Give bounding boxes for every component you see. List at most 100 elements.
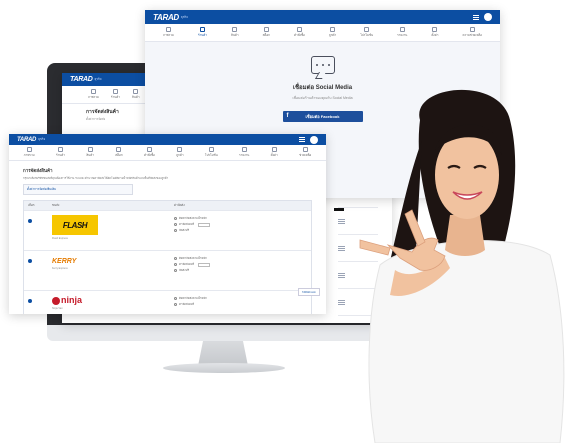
monitor-stand-base xyxy=(163,363,285,373)
radio-icon xyxy=(174,269,177,273)
avatar[interactable] xyxy=(484,13,492,21)
shipping-settings-link[interactable]: ตั้งค่าการจัดส่งเพิ่มเติม xyxy=(23,184,133,196)
radio-icon xyxy=(174,303,177,307)
store-icon xyxy=(57,147,63,152)
black-bar xyxy=(334,208,344,211)
dashboard-icon xyxy=(90,89,96,94)
nav-item[interactable]: รายงาน xyxy=(239,147,249,158)
shipping-option[interactable]: ค่าจัดส่งคงที่ xyxy=(174,222,307,227)
radio-icon xyxy=(174,217,177,221)
nav-item[interactable]: คำสั่งซื้อ xyxy=(294,27,305,38)
nav-item[interactable]: รายงาน xyxy=(397,27,407,38)
main-nav: ภาพรวม ร้านค้า สินค้า สต็อก คำสั่งซื้อ ล… xyxy=(9,145,326,161)
store-icon xyxy=(199,27,205,32)
shipping-option[interactable]: จัดส่งฟรี xyxy=(174,268,307,273)
nav-item[interactable]: ร้านค้า xyxy=(111,89,120,100)
main-nav: ภาพรวม ร้านค้า สินค้า สต็อก คำสั่งซื้อ ล… xyxy=(145,24,500,42)
carrier-table: เลือก ขนส่ง ค่าจัดส่ง FLASH Flash Expres… xyxy=(23,200,312,314)
logo-subtitle: ธุรกิจ xyxy=(94,77,102,81)
nav-item[interactable]: สินค้า xyxy=(231,27,239,38)
order-icon xyxy=(146,147,152,152)
carrier-select-radio[interactable] xyxy=(28,259,32,264)
report-icon xyxy=(241,147,247,152)
order-icon xyxy=(296,27,302,32)
table-row: KERRY Kerry Express คิดค่าจัดส่งตามน้ำหน… xyxy=(24,250,311,290)
page-title: การจัดส่งสินค้า xyxy=(23,168,53,173)
nav-item[interactable]: ความช่วยเหลือ xyxy=(462,27,482,38)
table-row: FLASH Flash Express คิดค่าจัดส่งตามน้ำหน… xyxy=(24,210,311,250)
settings-icon xyxy=(271,147,277,152)
nav-item[interactable]: ลูกค้า xyxy=(329,27,336,38)
logo-subtitle: ธุรกิจ xyxy=(180,14,188,19)
product-icon xyxy=(133,89,139,94)
menu-icon[interactable] xyxy=(299,137,305,142)
nav-item[interactable]: ภาพรวม xyxy=(163,27,174,38)
flash-express-logo: FLASH xyxy=(52,215,98,236)
product-icon xyxy=(87,147,93,152)
nav-item[interactable]: สินค้า xyxy=(86,147,94,158)
dashboard-icon xyxy=(165,27,171,32)
nav-item[interactable]: ร้านค้า xyxy=(56,147,65,158)
ninja-mark-icon xyxy=(52,296,60,305)
radio-icon xyxy=(174,263,177,267)
facebook-icon: f xyxy=(286,113,289,119)
shipping-content: การจัดส่งสินค้า กรุณาเลือกบริษัทขนส่งที่… xyxy=(9,161,326,314)
tarad-logo[interactable]: TARAD xyxy=(153,13,179,22)
chat-bubble-icon xyxy=(310,56,335,74)
tarad-logo[interactable]: TARAD xyxy=(17,137,36,143)
tarad-logo[interactable]: TARAD xyxy=(70,76,93,83)
carrier-caption: Flash Express xyxy=(52,237,68,241)
price-input[interactable] xyxy=(198,262,211,267)
nav-item[interactable]: โปรโมชั่น xyxy=(360,27,373,38)
nav-item[interactable]: ตั้งค่า xyxy=(431,27,438,38)
social-title: เชื่อมต่อ Social Media xyxy=(292,85,353,91)
nav-item[interactable]: ร้านค้า xyxy=(198,27,207,38)
nav-item[interactable]: ตั้งค่า xyxy=(271,147,278,158)
kerry-express-logo: KERRY xyxy=(52,258,77,266)
shipping-option[interactable]: ค่าจัดส่งคงที่ xyxy=(174,262,307,267)
help-icon xyxy=(469,27,475,32)
radio-icon xyxy=(174,229,177,233)
ninja-van-logo: ninja xyxy=(52,295,174,305)
connect-facebook-label: เชื่อมต่อ Facebook xyxy=(305,114,340,119)
carrier-select-radio[interactable] xyxy=(28,299,32,304)
carrier-caption: Ninja Van xyxy=(52,307,63,311)
social-subtitle: เชื่อมต่อร้านค้าของคุณกับ Social Media xyxy=(292,96,353,100)
carrier-caption: Kerry Express xyxy=(52,267,68,271)
nav-item[interactable]: ภาพรวม xyxy=(24,147,35,158)
price-input[interactable] xyxy=(198,222,211,227)
store-icon xyxy=(112,89,118,94)
table-header: เลือก ขนส่ง ค่าจัดส่ง xyxy=(24,201,311,211)
app-header: TARAD ธุรกิจ xyxy=(9,134,326,145)
shipping-option[interactable]: คิดค่าจัดส่งตามน้ำหนัก xyxy=(174,296,307,301)
shipping-option[interactable]: จัดส่งฟรี xyxy=(174,228,307,233)
menu-icon[interactable] xyxy=(473,14,479,20)
carrier-select-radio[interactable] xyxy=(28,219,32,224)
shipping-option[interactable]: ค่าจัดส่งคงที่ xyxy=(174,302,307,307)
nav-item[interactable]: สต็อก xyxy=(263,27,270,38)
nav-item[interactable]: ช่วยเหลือ xyxy=(299,147,311,158)
radio-icon xyxy=(174,297,177,301)
nav-item[interactable]: ลูกค้า xyxy=(176,147,184,158)
promotion-icon xyxy=(364,27,370,32)
monitor-chin xyxy=(47,325,392,341)
nav-item[interactable]: โปรโมชั่น xyxy=(205,147,218,158)
stock-icon xyxy=(263,27,269,32)
nav-item[interactable]: คำสั่งซื้อ xyxy=(144,147,155,158)
shipping-option[interactable]: คิดค่าจัดส่งตามน้ำหนัก xyxy=(174,216,307,221)
product-icon xyxy=(232,27,238,32)
logo-subtitle: ธุรกิจ xyxy=(38,137,46,141)
promotion-icon xyxy=(208,147,214,152)
woman-pointing-illustration xyxy=(359,89,565,443)
radio-icon xyxy=(174,223,177,227)
stock-icon xyxy=(116,147,122,152)
nav-item[interactable]: สินค้า xyxy=(132,89,140,100)
nav-item[interactable]: สต็อก xyxy=(115,147,123,158)
shipping-window: TARAD ธุรกิจ ภาพรวม ร้านค้า สินค้า สต็อก… xyxy=(9,134,326,314)
tarad-badge[interactable]: TARAD.com xyxy=(298,288,320,296)
nav-item[interactable]: ภาพรวม xyxy=(88,89,99,100)
customer-icon xyxy=(330,27,336,32)
app-header: TARAD ธุรกิจ xyxy=(145,10,500,24)
shipping-option[interactable]: คิดค่าจัดส่งตามน้ำหนัก xyxy=(174,256,307,261)
avatar[interactable] xyxy=(310,135,318,144)
